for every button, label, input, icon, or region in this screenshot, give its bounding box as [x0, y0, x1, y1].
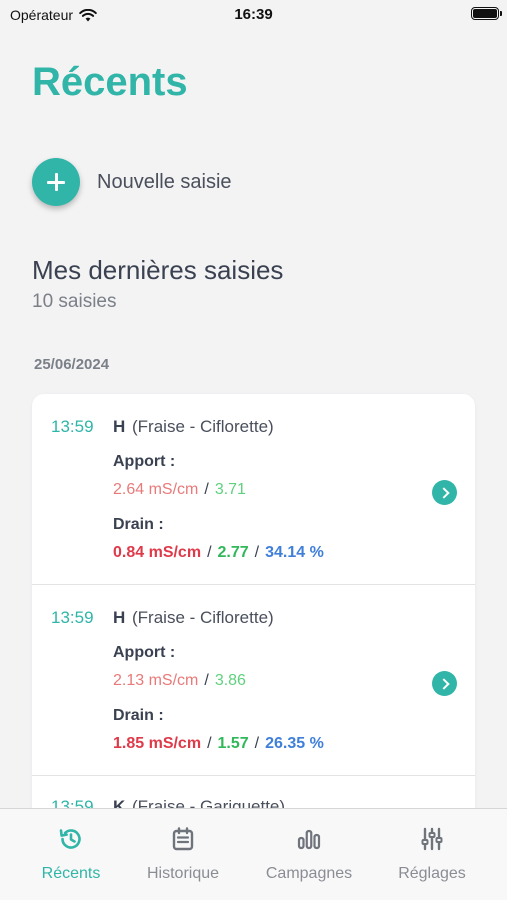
tab-campagnes[interactable]: Campagnes	[254, 825, 364, 883]
drain-values: 1.85 mS/cm / 1.57 / 26.35 %	[113, 735, 324, 753]
new-entry-label[interactable]: Nouvelle saisie	[97, 171, 232, 194]
tab-label: Réglages	[398, 865, 466, 882]
separator: /	[254, 544, 260, 561]
drain-label: Drain :	[113, 516, 164, 533]
apport-ph: 3.71	[214, 481, 246, 498]
history-icon	[59, 829, 81, 849]
separator: /	[207, 735, 212, 752]
section-title: Mes dernières saisies	[32, 255, 284, 285]
drain-values: 0.84 mS/cm / 2.77 / 34.14 %	[113, 544, 324, 562]
separator: /	[204, 481, 209, 498]
battery-icon	[471, 7, 502, 20]
tab-label: Campagnes	[265, 865, 353, 882]
entry-crop: (Fraise - Ciflorette)	[132, 608, 274, 627]
entry-code: H	[113, 417, 126, 436]
page-title: Récents	[32, 60, 188, 104]
tab-bar: Récents Historique Campagnes Réglages	[0, 808, 507, 900]
tab-reglages[interactable]: Réglages	[377, 825, 487, 883]
drain-ph: 1.57	[217, 735, 249, 752]
section-count: 10 saisies	[32, 291, 117, 312]
entry-time: 13:59	[51, 417, 94, 436]
apport-values: 2.13 mS/cm / 3.86	[113, 672, 246, 690]
new-entry-button[interactable]: Nouvelle saisie	[32, 158, 232, 206]
entry-time: 13:59	[51, 608, 94, 627]
date-group-label: 25/06/2024	[34, 356, 110, 373]
separator: /	[254, 735, 260, 752]
apport-label: Apport :	[113, 644, 176, 661]
drain-ec: 1.85 mS/cm	[113, 735, 202, 752]
sliders-icon	[421, 827, 443, 851]
status-time: 16:39	[234, 6, 273, 23]
apport-ec: 2.13 mS/cm	[113, 672, 199, 689]
tab-label: Historique	[146, 865, 220, 882]
status-bar: Opérateur 16:39	[0, 0, 507, 30]
separator: /	[207, 544, 212, 561]
chevron-right-icon[interactable]	[432, 480, 457, 505]
entry-row[interactable]: 13:59 H (Fraise - Ciflorette) Apport : 2…	[32, 394, 475, 585]
tab-historique[interactable]: Historique	[128, 825, 238, 883]
entry-row[interactable]: 13:59 H (Fraise - Ciflorette) Apport : 2…	[32, 585, 475, 776]
apport-values: 2.64 mS/cm / 3.71	[113, 481, 246, 499]
calendar-icon	[172, 827, 194, 851]
drain-percent: 34.14 %	[265, 544, 324, 561]
drain-ph: 2.77	[217, 544, 249, 561]
entry-code: H	[113, 608, 126, 627]
drain-ec: 0.84 mS/cm	[113, 544, 202, 561]
entry-crop: (Fraise - Ciflorette)	[132, 417, 274, 436]
entries-card: 13:59 H (Fraise - Ciflorette) Apport : 2…	[32, 394, 475, 864]
chevron-right-icon[interactable]	[432, 671, 457, 696]
tab-label: Récents	[41, 865, 101, 882]
tab-recents[interactable]: Récents	[16, 825, 126, 883]
apport-label: Apport :	[113, 453, 176, 470]
separator: /	[204, 672, 209, 689]
plus-icon[interactable]	[32, 158, 80, 206]
apport-ph: 3.86	[214, 672, 246, 689]
bar-chart-icon	[297, 829, 321, 850]
apport-ec: 2.64 mS/cm	[113, 481, 199, 498]
drain-percent: 26.35 %	[265, 735, 324, 752]
drain-label: Drain :	[113, 707, 164, 724]
